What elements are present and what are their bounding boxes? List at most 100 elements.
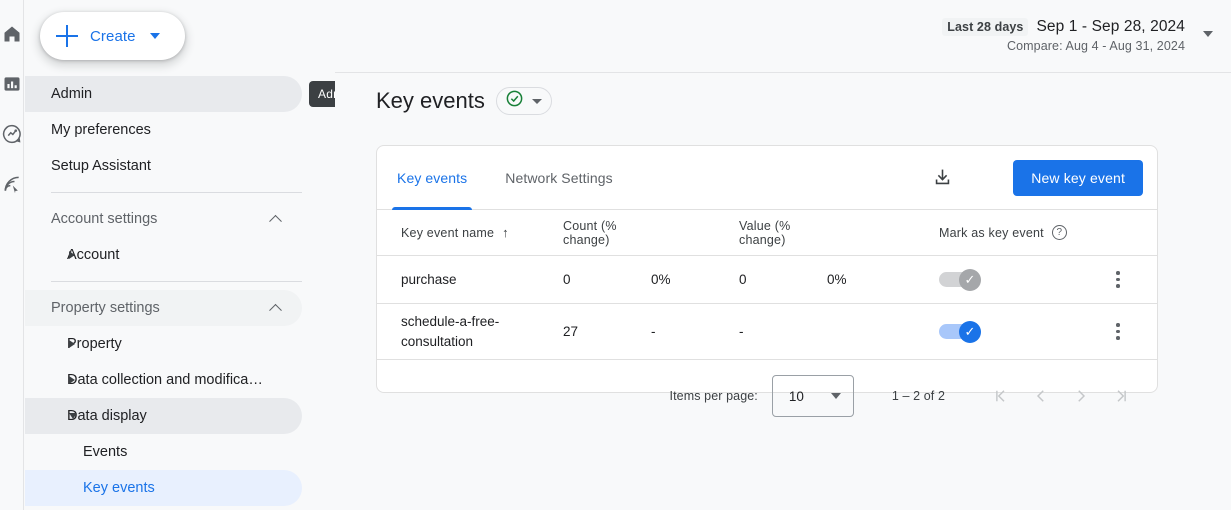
explore-icon[interactable]: [0, 122, 24, 146]
column-header-label: Mark as key event: [939, 225, 1044, 240]
date-range-primary: Last 28 days Sep 1 - Sep 28, 2024: [942, 18, 1185, 36]
key-event-status-pill[interactable]: [495, 87, 552, 115]
cell-count-change: 0%: [651, 272, 671, 287]
main-content: Last 28 days Sep 1 - Sep 28, 2024 Compar…: [335, 0, 1231, 510]
expander-right-icon[interactable]: [69, 340, 75, 348]
column-header-key-event-name[interactable]: Key event name ↑: [377, 226, 563, 240]
page-title: Key events: [376, 88, 485, 113]
sidebar-item-data-collection[interactable]: Data collection and modifica…: [25, 362, 302, 398]
mark-as-key-event-toggle[interactable]: ✓: [939, 268, 983, 291]
check-circle-green-icon: [505, 89, 524, 113]
column-header-count[interactable]: Count (% change): [563, 219, 651, 247]
sidebar-item-label: Property: [67, 336, 122, 352]
toggle-knob: ✓: [959, 320, 981, 343]
chevron-up-icon: [269, 214, 282, 228]
chevron-down-icon: [149, 33, 160, 39]
pagination-range: 1 – 2 of 2: [891, 389, 945, 403]
cell-count: 27: [563, 324, 579, 339]
sidebar-item-key-events[interactable]: Key events: [25, 470, 302, 506]
sidebar-section-account-settings[interactable]: Account settings: [25, 201, 302, 237]
sidebar-item-data-display[interactable]: Data display: [25, 398, 302, 434]
cell-value: -: [739, 324, 744, 339]
sidebar-item-my-preferences[interactable]: My preferences: [25, 112, 302, 148]
cell-count: 0: [563, 272, 571, 287]
first-page-icon[interactable]: [981, 376, 1021, 416]
sidebar-section-label: Account settings: [51, 211, 158, 227]
sidebar-divider-2: [51, 281, 302, 282]
previous-page-icon[interactable]: [1021, 376, 1061, 416]
tab-key-events[interactable]: Key events: [391, 146, 473, 210]
cell-value-change: 0%: [827, 272, 847, 287]
toggle-knob: ✓: [959, 268, 981, 291]
download-icon[interactable]: [927, 163, 957, 193]
date-range-value: Sep 1 - Sep 28, 2024: [1036, 18, 1185, 35]
sidebar-item-property[interactable]: Property: [25, 326, 302, 362]
column-header-label: Count (% change): [563, 218, 617, 247]
app-root: Create Admin My preferences Setup Assist…: [0, 0, 1231, 510]
sidebar-item-label: Events: [83, 444, 128, 460]
sidebar-item-label: Data display: [67, 408, 147, 424]
sidebar-item-audiences[interactable]: Audiences: [25, 506, 302, 510]
sidebar-nav: Admin My preferences Setup Assistant Acc…: [25, 76, 335, 510]
cell-value: 0: [739, 272, 747, 287]
icon-rail: [0, 0, 24, 510]
sidebar-section-label: Property settings: [51, 300, 160, 316]
tab-label: Network Settings: [505, 170, 613, 186]
create-button-label: Create: [90, 27, 136, 45]
tab-label: Key events: [397, 170, 468, 186]
kebab-menu-icon[interactable]: [1106, 268, 1130, 292]
page-title-row: Key events: [376, 87, 552, 115]
key-events-card: Key events Network Settings New key even…: [376, 145, 1158, 417]
chevron-up-icon: [269, 303, 282, 317]
reports-bar-chart-icon[interactable]: [0, 72, 24, 96]
key-events-table: Key event name ↑ Count (% change) Value …: [377, 210, 1157, 360]
expander-right-icon[interactable]: [69, 376, 75, 384]
expander-down-icon[interactable]: [69, 413, 77, 419]
table-row[interactable]: schedule-a-free-consultation 27 - - ✓: [377, 304, 1157, 360]
kebab-menu-icon[interactable]: [1106, 320, 1130, 344]
last-page-icon[interactable]: [1101, 376, 1141, 416]
sidebar-item-account[interactable]: Account: [25, 237, 302, 273]
new-key-event-button[interactable]: New key event: [1013, 159, 1143, 196]
tab-network-settings[interactable]: Network Settings: [503, 146, 614, 210]
cell-row-menu: [1079, 320, 1157, 344]
sidebar-item-setup-assistant[interactable]: Setup Assistant: [25, 148, 302, 184]
column-header-label: Value (% change): [739, 218, 791, 247]
date-range-picker[interactable]: Last 28 days Sep 1 - Sep 28, 2024 Compar…: [942, 18, 1213, 53]
cell-key-event-name: purchase: [401, 271, 457, 287]
sidebar-item-admin[interactable]: Admin: [25, 76, 302, 112]
expander-right-icon[interactable]: [69, 251, 75, 259]
cell-mark-as-key-event: ✓: [939, 320, 1079, 343]
column-header-mark-as-key-event: Mark as key event ?: [939, 225, 1079, 240]
admin-tooltip: Admin: [309, 81, 335, 107]
column-header-value[interactable]: Value (% change): [739, 219, 827, 247]
table-row[interactable]: purchase 0 0% 0 0% ✓: [377, 256, 1157, 304]
chevron-down-icon: [532, 98, 543, 104]
card-header: Key events Network Settings New key even…: [377, 146, 1157, 210]
card-tabs: Key events Network Settings: [391, 146, 649, 210]
next-page-icon[interactable]: [1061, 376, 1101, 416]
sidebar-item-events[interactable]: Events: [25, 434, 302, 470]
mark-as-key-event-toggle[interactable]: ✓: [939, 320, 983, 343]
sidebar-item-label: Admin: [51, 86, 93, 102]
cell-row-menu: [1079, 268, 1157, 292]
create-button[interactable]: Create: [40, 12, 185, 60]
plus-icon: [56, 25, 78, 47]
sidebar-item-label: Key events: [83, 480, 155, 496]
sidebar-item-label: Data collection and modifica…: [67, 372, 263, 388]
advertising-radar-icon[interactable]: [0, 172, 24, 196]
sidebar: Create Admin My preferences Setup Assist…: [25, 0, 335, 510]
date-range-chip: Last 28 days: [942, 18, 1029, 36]
home-icon[interactable]: [0, 22, 24, 46]
sidebar-section-property-settings[interactable]: Property settings: [25, 290, 302, 326]
chevron-down-icon[interactable]: [1203, 31, 1213, 37]
sidebar-item-label: Setup Assistant: [51, 158, 151, 174]
sidebar-item-label: My preferences: [51, 122, 151, 138]
sort-ascending-icon: ↑: [502, 225, 509, 240]
date-range-compare: Compare: Aug 4 - Aug 31, 2024: [1006, 39, 1185, 53]
items-per-page-select[interactable]: 10: [771, 375, 854, 417]
help-circle-icon[interactable]: ?: [1051, 225, 1067, 240]
table-pagination: Items per page: 10 1 – 2 of 2: [377, 360, 1157, 432]
items-per-page-label: Items per page:: [669, 389, 758, 403]
cell-mark-as-key-event: ✓: [939, 268, 1079, 291]
